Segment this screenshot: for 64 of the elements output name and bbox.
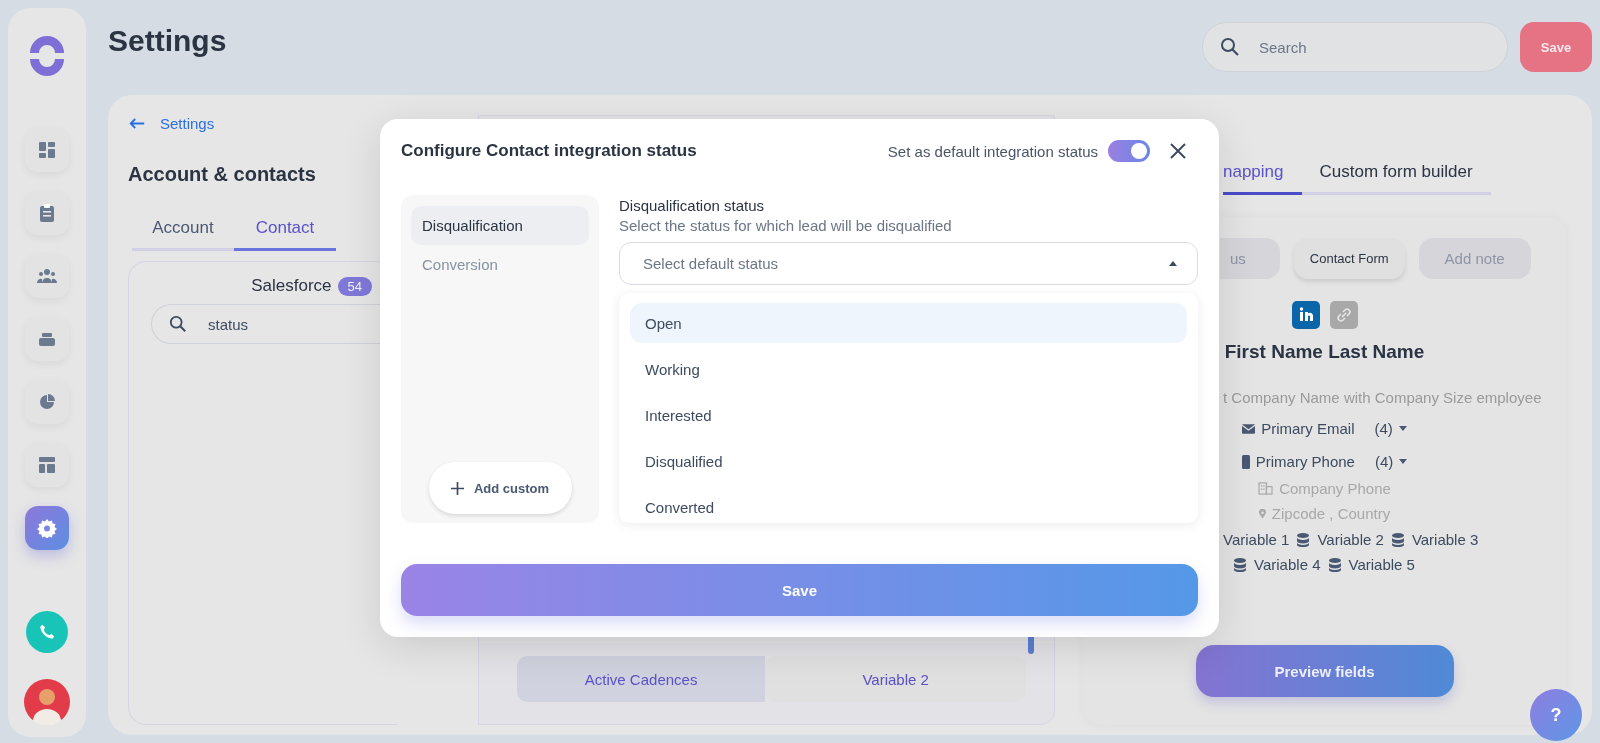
plus-icon	[450, 481, 464, 495]
field-title: Disqualification status	[619, 197, 766, 214]
variable-text: Variable 4	[1254, 556, 1321, 573]
toggle-switch[interactable]	[1108, 140, 1150, 162]
caret-icon[interactable]	[1399, 459, 1408, 464]
database-icon	[1328, 557, 1341, 572]
building-icon	[1258, 482, 1274, 495]
company-text: t Company Name with Company Size employee	[1223, 389, 1542, 406]
arrow-left-icon	[128, 117, 146, 130]
tab[interactable]: Account	[132, 212, 234, 251]
company-phone-text: Company Phone	[1279, 480, 1391, 497]
location-pin-icon	[1258, 508, 1266, 519]
nav-item[interactable]: Disqualification	[411, 206, 589, 245]
count-text: (4)	[1374, 420, 1393, 437]
field-label: Primary Email	[1261, 420, 1355, 437]
search-icon	[1220, 37, 1240, 57]
variable-text: Variable 3	[1411, 531, 1479, 548]
field-hint: Select the status for which lead will be disqualified	[619, 217, 953, 234]
contact-name: First Name Last Name	[1224, 341, 1425, 363]
phone-icon	[38, 623, 56, 641]
dropdown-option[interactable]: Working	[630, 349, 1187, 389]
search-icon	[169, 315, 187, 333]
dropdown-option[interactable]: Open	[630, 303, 1187, 343]
modal-title: Configure Contact integration status	[401, 141, 697, 161]
caret-icon[interactable]	[1398, 426, 1407, 431]
section-title: Account & contacts	[128, 163, 317, 186]
dropdown-option[interactable]: Interested	[630, 395, 1187, 435]
database-icon	[1297, 532, 1310, 547]
count-text: (4)	[1374, 453, 1394, 470]
envelope-icon	[1242, 423, 1256, 434]
phone-icon	[1241, 454, 1250, 469]
location-text: Zipcode , Country	[1271, 505, 1391, 522]
tab[interactable]: Contact	[234, 212, 336, 251]
preview-fields-button[interactable]: Preview fields	[1195, 645, 1454, 697]
avatar[interactable]	[24, 679, 70, 725]
logo-icon	[27, 36, 67, 76]
tab[interactable]: napping	[1223, 160, 1302, 195]
variable-text: Variable 1	[1223, 531, 1290, 548]
action-button[interactable]: Contact Form	[1293, 238, 1405, 279]
variable-text: Variable 2	[1317, 531, 1384, 548]
integration-name: Salesforce	[251, 276, 332, 296]
link-icon[interactable]	[1329, 301, 1358, 329]
save-button[interactable]: Save	[401, 564, 1198, 616]
variable-text: Variable 5	[1348, 556, 1415, 573]
nav-item[interactable]: Conversion	[411, 245, 589, 284]
count-badge: 54	[337, 276, 372, 296]
field-chip[interactable]: Active Cadences	[517, 656, 766, 702]
database-icon	[1391, 532, 1404, 547]
search-field[interactable]: Search	[1202, 22, 1508, 72]
back-link[interactable]: Settings	[128, 115, 398, 132]
field-chip[interactable]: Variable 2	[765, 656, 1026, 702]
dropdown-option[interactable]: Converted	[630, 487, 1187, 523]
page-title: Settings	[108, 24, 227, 58]
database-icon	[1234, 557, 1247, 572]
toggle-label: Set as default integration status	[887, 142, 1098, 160]
field-label: Primary Phone	[1255, 453, 1355, 470]
add-custom-button[interactable]: Add custom	[428, 462, 572, 514]
tab[interactable]: Custom form builder	[1301, 160, 1491, 195]
close-icon[interactable]	[1170, 143, 1186, 159]
linkedin-icon[interactable]	[1291, 301, 1320, 329]
settings-icon[interactable]	[25, 506, 69, 550]
status-select[interactable]: Select default status	[619, 242, 1198, 285]
phone-button[interactable]	[26, 611, 68, 653]
dropdown-option[interactable]: Disqualified	[630, 441, 1187, 481]
